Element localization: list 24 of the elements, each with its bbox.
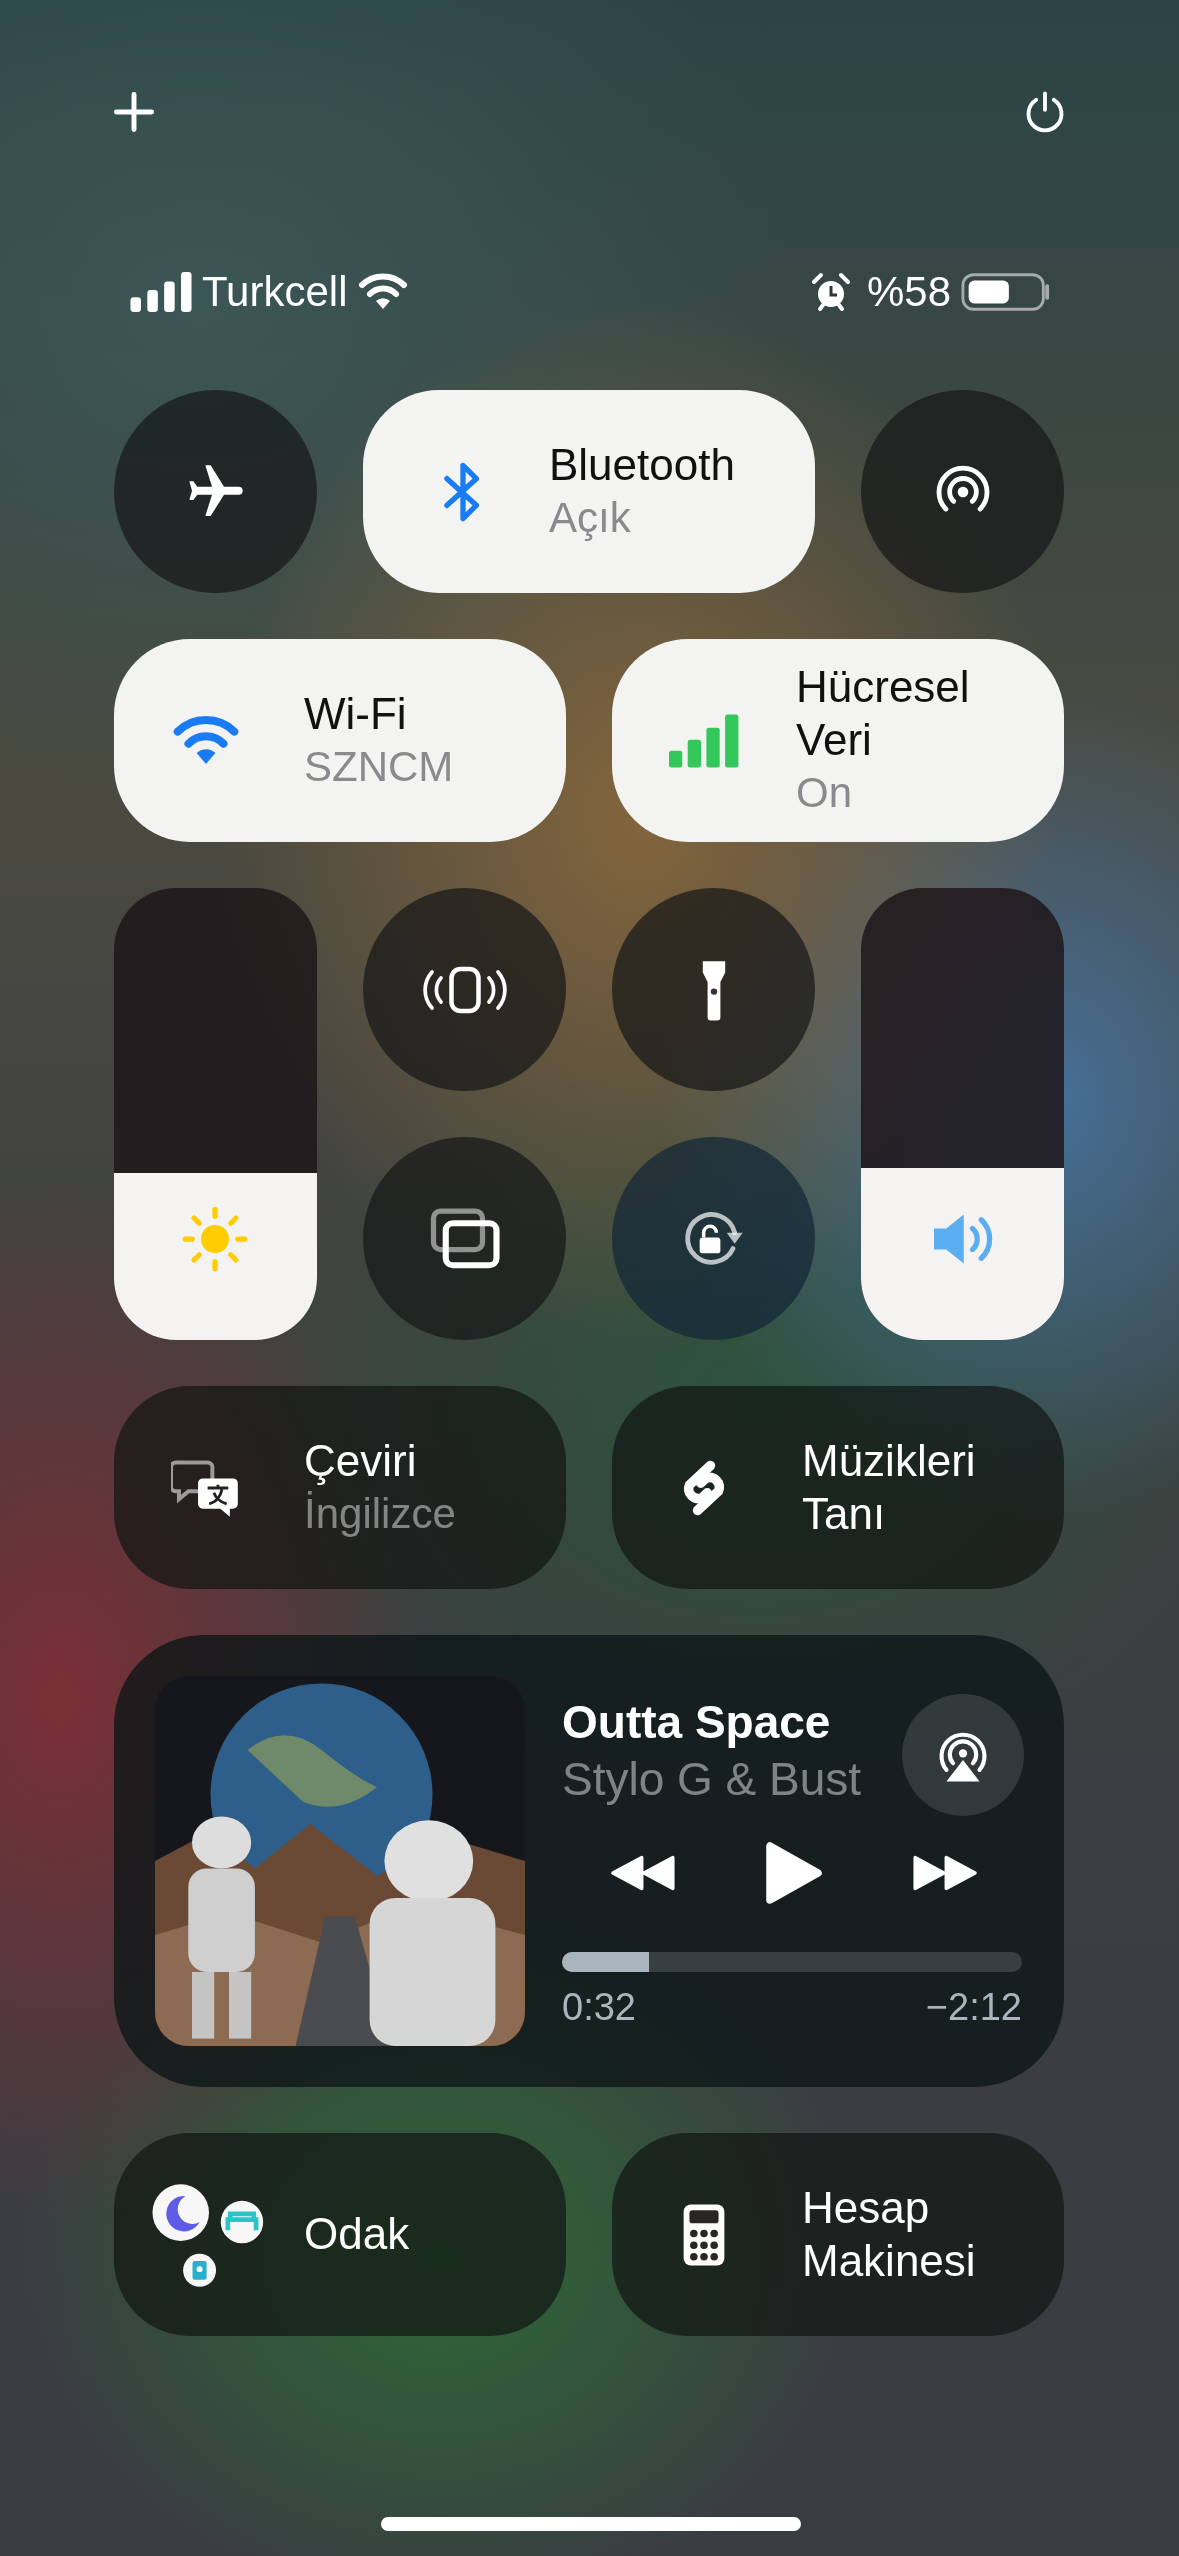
battery-percentage: %58	[866, 268, 951, 316]
calculator-tile[interactable]: Hesap Makinesi	[612, 2133, 1064, 2336]
alarm-icon	[810, 272, 851, 312]
bluetooth-toggle[interactable]: Bluetooth Açık	[363, 390, 815, 593]
add-icon[interactable]	[112, 90, 156, 134]
playback-progress-bar[interactable]	[562, 1951, 1022, 1972]
signal-icon	[130, 272, 192, 312]
artist-name: Stylo G & Bust	[562, 1752, 863, 1807]
overlapping-rectangles-icon	[429, 1206, 500, 1271]
focus-tile[interactable]: Odak	[114, 2133, 566, 2336]
remaining-time: −2:12	[925, 1985, 1022, 2029]
wifi-toggle[interactable]: Wi-Fi SZNCM	[114, 639, 566, 842]
brightness-slider[interactable]	[114, 888, 317, 1340]
cellular-data-toggle[interactable]: Hücresel Veri On	[612, 639, 1064, 842]
wifi-icon	[357, 273, 410, 311]
translate-tile[interactable]: Çeviri İngilizce	[114, 1386, 566, 1589]
music-recognition-tile[interactable]: Müzikleri Tanı	[612, 1386, 1064, 1589]
elapsed-time: 0:32	[562, 1985, 636, 2029]
volume-slider[interactable]	[861, 888, 1064, 1340]
battery-icon	[961, 272, 1051, 312]
song-title: Outta Space	[562, 1694, 832, 1750]
carrier-name: Turkcell	[202, 268, 348, 316]
play-icon	[764, 1839, 824, 1906]
sun-icon	[180, 1204, 250, 1274]
